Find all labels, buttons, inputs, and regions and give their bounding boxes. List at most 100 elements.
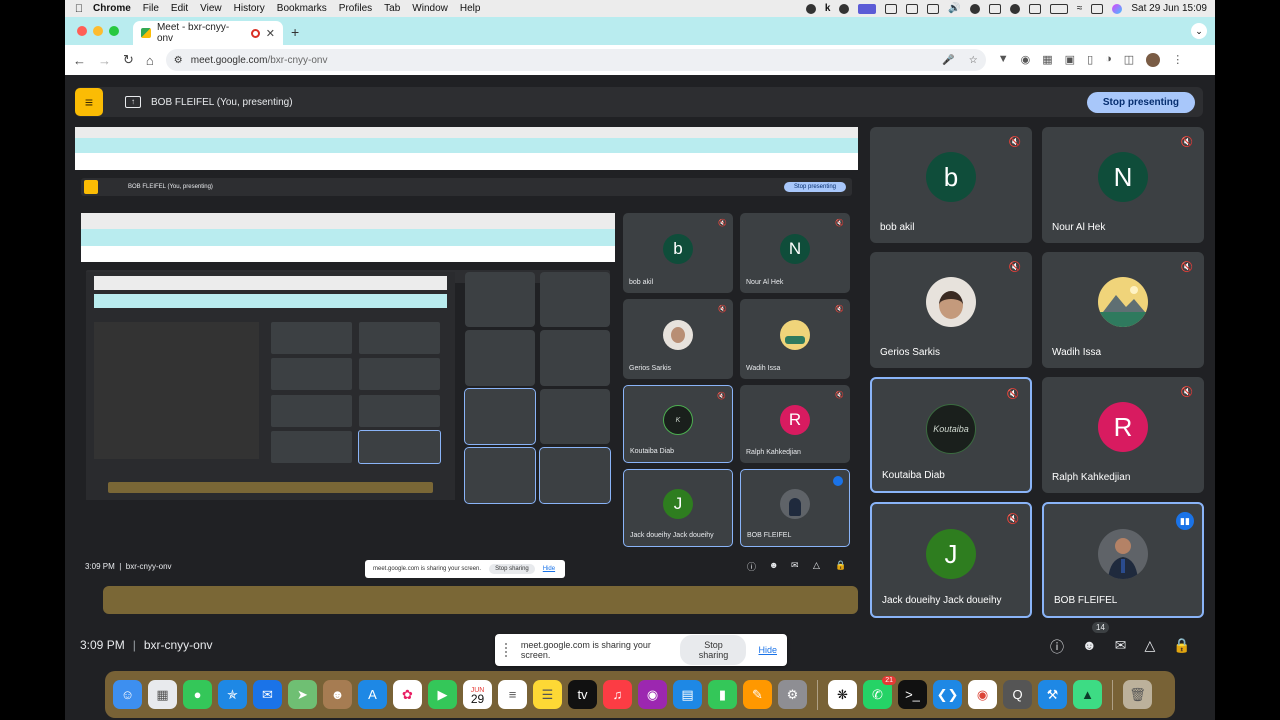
keynote-icon[interactable]: ▤ xyxy=(673,680,702,709)
wifi-icon[interactable]: ≈ xyxy=(1077,3,1083,14)
menu-app[interactable]: Chrome xyxy=(93,3,131,14)
extension-dark-icon[interactable]: ◑ xyxy=(1105,53,1112,67)
close-tab-icon[interactable]: ✕ xyxy=(266,27,275,40)
participant-tile-bob-akil[interactable]: b 🔇 bob akil xyxy=(870,127,1032,243)
meet-activities-icon[interactable]: ≡ xyxy=(75,88,103,116)
pages-icon[interactable]: ✎ xyxy=(743,680,772,709)
zoom-window-button[interactable] xyxy=(109,26,119,36)
android-studio-icon[interactable]: ▲ xyxy=(1073,680,1102,709)
siri-icon[interactable] xyxy=(1112,3,1123,14)
microphone-icon[interactable]: 🎤 xyxy=(942,55,954,66)
clock[interactable]: Sat 29 Jun 15:09 xyxy=(1131,3,1207,14)
menu-view[interactable]: View xyxy=(200,3,222,14)
messages-icon[interactable]: ● xyxy=(183,680,212,709)
chat-icon[interactable]: ✉ xyxy=(1115,637,1127,657)
numbers-icon[interactable]: ▮ xyxy=(708,680,737,709)
reload-icon[interactable]: ↻ xyxy=(123,52,134,68)
play-icon[interactable] xyxy=(969,3,980,14)
maps-icon[interactable]: ➤ xyxy=(288,680,317,709)
participant-tile-nour-al-hek[interactable]: N 🔇 Nour Al Hek xyxy=(1042,127,1204,243)
contacts-icon[interactable]: ☻ xyxy=(323,680,352,709)
menu-file[interactable]: File xyxy=(143,3,159,14)
minimize-window-button[interactable] xyxy=(93,26,103,36)
apple-icon[interactable]:  xyxy=(71,3,87,15)
apple-tv-icon[interactable]: tv xyxy=(568,680,597,709)
xcode-icon[interactable]: ⚒ xyxy=(1038,680,1067,709)
participant-tile-gerios-sarkis[interactable]: 🔇 Gerios Sarkis xyxy=(870,252,1032,368)
terminal-icon[interactable]: >_ xyxy=(898,680,927,709)
launchpad-icon[interactable]: ▦ xyxy=(148,680,177,709)
extension-grid-icon[interactable]: ▦ xyxy=(1042,53,1052,67)
display-icon[interactable] xyxy=(988,3,1001,14)
meeting-details-info-icon[interactable]: ⓘ xyxy=(1050,637,1064,657)
chatgpt-icon[interactable]: ❋ xyxy=(828,680,857,709)
layers-icon[interactable] xyxy=(885,3,898,14)
menu-edit[interactable]: Edit xyxy=(171,3,188,14)
participant-tile-jack-doueihy[interactable]: J 🔇 Jack doueihy Jack doueihy xyxy=(870,502,1032,618)
safari-icon[interactable]: ✯ xyxy=(218,680,247,709)
reminders-icon[interactable]: ≡ xyxy=(498,680,527,709)
screen-share-status-icon[interactable] xyxy=(858,3,877,14)
volume-icon[interactable]: 🔊 xyxy=(948,3,960,14)
participant-tile-koutaiba-diab[interactable]: Koutaiba 🔇 Koutaiba Diab xyxy=(870,377,1032,493)
extension-bus-icon[interactable]: ▣ xyxy=(1065,53,1075,67)
facetime-icon[interactable]: ▶ xyxy=(428,680,457,709)
address-bar[interactable]: ⚙ meet.google.com/bxr-cnyy-onv 🎤 ☆ xyxy=(165,49,986,71)
system-settings-icon[interactable]: ⚙ xyxy=(778,680,807,709)
extensions-puzzle-icon[interactable]: ◫ xyxy=(1124,53,1134,67)
menu-profiles[interactable]: Profiles xyxy=(339,3,372,14)
close-window-button[interactable] xyxy=(77,26,87,36)
notes-icon[interactable]: ☰ xyxy=(533,680,562,709)
mail-icon[interactable]: ✉ xyxy=(253,680,282,709)
trash-icon[interactable]: 🗑 xyxy=(1123,680,1152,709)
meeting-code[interactable]: bxr-cnyy-onv xyxy=(144,638,213,652)
chrome-icon[interactable]: ◉ xyxy=(968,680,997,709)
app-store-icon[interactable]: A xyxy=(358,680,387,709)
tab-search-chevron-icon[interactable]: ⌄ xyxy=(1191,23,1207,39)
settings-status-icon[interactable] xyxy=(839,3,850,14)
tab-meet[interactable]: Meet - bxr-cnyy-onv ✕ xyxy=(133,21,283,45)
more-menu-icon[interactable]: ⋮ xyxy=(1172,53,1183,67)
activities-icon[interactable]: △ xyxy=(1144,637,1155,657)
battery-icon[interactable] xyxy=(1049,3,1068,14)
window-icon[interactable] xyxy=(927,3,940,14)
finder-icon[interactable]: ☺ xyxy=(113,680,142,709)
new-tab-button[interactable]: + xyxy=(291,24,299,40)
stop-sharing-button[interactable]: Stop sharing xyxy=(680,635,747,665)
quicktime-icon[interactable]: Q xyxy=(1003,680,1032,709)
input-source-icon[interactable] xyxy=(1028,3,1041,14)
whatsapp-icon[interactable]: ✆ 21 xyxy=(863,676,896,709)
home-icon[interactable]: ⌂ xyxy=(146,53,154,68)
menu-bookmarks[interactable]: Bookmarks xyxy=(277,3,327,14)
photos-icon[interactable]: ✿ xyxy=(393,680,422,709)
profile-avatar[interactable] xyxy=(1146,53,1161,67)
record-icon[interactable] xyxy=(805,3,816,14)
calendar-icon[interactable]: JUN 29 xyxy=(463,680,492,709)
extension-vpn-icon[interactable]: ▼ xyxy=(998,53,1009,67)
forward-arrow-icon[interactable]: → xyxy=(98,53,111,68)
menu-tab[interactable]: Tab xyxy=(384,3,400,14)
music-icon[interactable]: ♫ xyxy=(603,680,632,709)
menu-window[interactable]: Window xyxy=(412,3,448,14)
participant-tile-wadih-issa[interactable]: 🔇 Wadih Issa xyxy=(1042,252,1204,368)
host-controls-lock-icon[interactable]: 🔒 xyxy=(1173,637,1190,657)
k-icon[interactable]: k xyxy=(825,3,831,14)
participant-tile-ralph-kahkedjian[interactable]: R 🔇 Ralph Kahkedjian xyxy=(1042,377,1204,493)
vscode-icon[interactable]: ❮❯ xyxy=(933,680,962,709)
bookmark-star-icon[interactable]: ☆ xyxy=(969,55,978,66)
user-status-icon[interactable] xyxy=(1009,3,1020,14)
menu-history[interactable]: History xyxy=(234,3,265,14)
back-arrow-icon[interactable]: ← xyxy=(73,53,86,68)
drag-handle[interactable] xyxy=(505,643,509,657)
podcasts-icon[interactable]: ◉ xyxy=(638,680,667,709)
extension-bottle-icon[interactable]: ▯ xyxy=(1087,53,1093,67)
stop-presenting-button[interactable]: Stop presenting xyxy=(1086,91,1195,113)
extension-bitwarden-icon[interactable]: ◉ xyxy=(1021,53,1031,67)
control-center-icon[interactable] xyxy=(1091,3,1104,14)
clipboard-icon[interactable] xyxy=(906,3,919,14)
participant-tile-bob-fleifel[interactable]: ▮▮ BOB FLEIFEL xyxy=(1042,502,1204,618)
hide-link[interactable]: Hide xyxy=(758,645,777,655)
people-icon[interactable]: ☻ xyxy=(1082,637,1097,657)
menu-help[interactable]: Help xyxy=(460,3,481,14)
site-info-icon[interactable]: ⚙ xyxy=(174,55,183,66)
